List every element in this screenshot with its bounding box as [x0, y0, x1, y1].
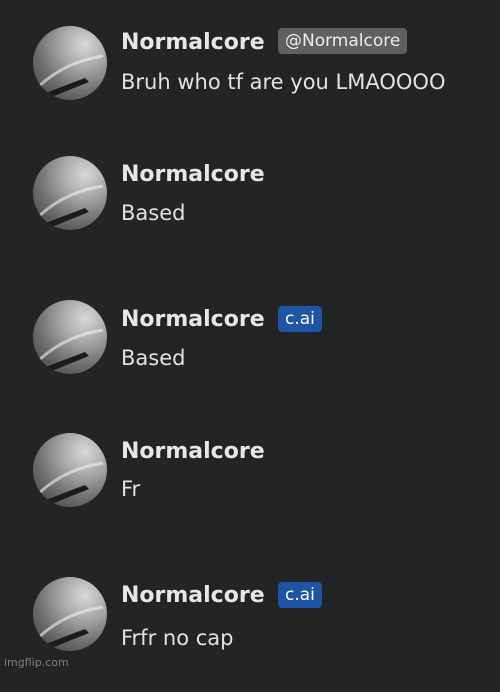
avatar-art-icon [37, 184, 104, 228]
avatar[interactable] [33, 26, 107, 100]
avatar-art-icon [37, 54, 104, 98]
message-text: Based [121, 201, 186, 225]
author-name[interactable]: Normalcore [121, 162, 265, 188]
avatar-art-icon [37, 605, 104, 649]
avatar-art-icon [37, 461, 104, 505]
chat-message: Normalcore @Normalcore Bruh who tf are y… [0, 20, 500, 140]
avatar[interactable] [33, 156, 107, 230]
author-name[interactable]: Normalcore [121, 307, 265, 333]
author-name[interactable]: Normalcore [121, 439, 265, 465]
handle-badge: @Normalcore [278, 28, 408, 54]
watermark: imgflip.com [4, 656, 69, 669]
cai-badge: c.ai [278, 306, 322, 332]
cai-badge: c.ai [278, 582, 322, 608]
message-text: Bruh who tf are you LMAOOOO [121, 70, 446, 94]
message-text: Frfr no cap [121, 626, 234, 650]
chat-message: Normalcore Based [0, 150, 500, 270]
chat-message: Normalcore c.ai Based [0, 295, 500, 415]
avatar[interactable] [33, 577, 107, 651]
chat-message: Normalcore Fr [0, 428, 500, 548]
chat-message: Normalcore c.ai Frfr no cap [0, 572, 500, 692]
avatar-art-icon [37, 328, 104, 372]
avatar[interactable] [33, 300, 107, 374]
message-text: Fr [121, 477, 141, 501]
author-name[interactable]: Normalcore [121, 583, 265, 609]
avatar[interactable] [33, 433, 107, 507]
author-name[interactable]: Normalcore [121, 30, 265, 56]
message-text: Based [121, 346, 186, 370]
